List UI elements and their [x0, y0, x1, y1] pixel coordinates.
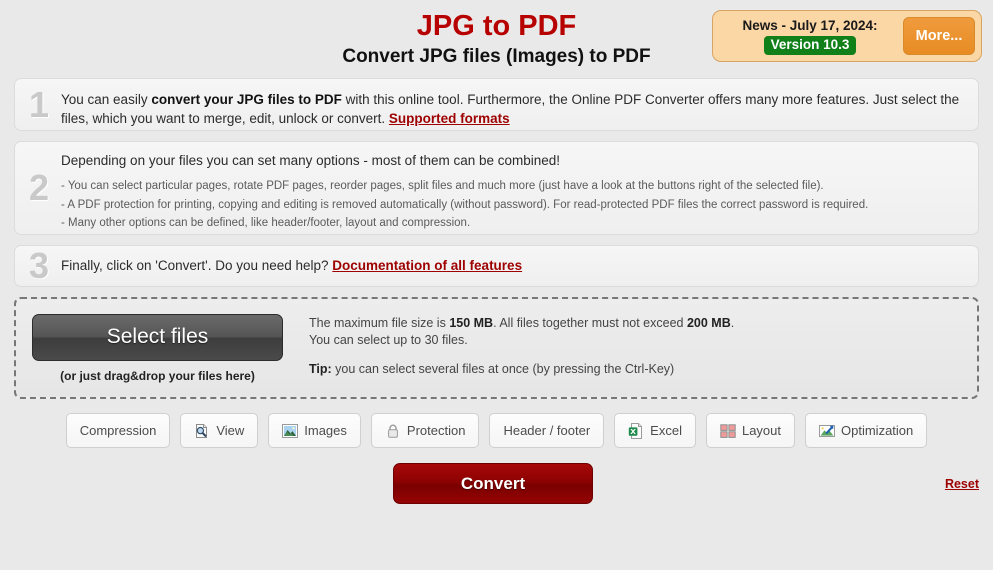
limit-line-2: You can select up to 30 files.: [309, 332, 468, 347]
step-panel-3: 3 Finally, click on 'Convert'. Do you ne…: [14, 245, 979, 287]
action-row: Convert Reset: [0, 463, 993, 504]
option-label: Protection: [406, 423, 466, 438]
step-3-text-lead: Finally, click on 'Convert'. Do you need…: [61, 258, 333, 273]
step-1-text: You can easily convert your JPG files to…: [61, 88, 966, 128]
step-number-1: 1: [29, 83, 50, 125]
news-text: News - July 17, 2024: Version 10.3: [713, 17, 903, 55]
step-3-text: Finally, click on 'Convert'. Do you need…: [61, 256, 522, 275]
reset-link[interactable]: Reset: [945, 477, 979, 491]
step-number-2: 2: [29, 167, 50, 208]
step-panel-1: 1 You can easily convert your JPG files …: [14, 78, 979, 131]
file-dropzone[interactable]: Select files (or just drag&drop your fil…: [14, 297, 979, 399]
option-label: Compression: [79, 423, 157, 438]
limit-total-size: 200 MB: [686, 315, 731, 330]
file-limits-text: The maximum file size is 150 MB. All fil…: [299, 315, 977, 382]
option-label: Layout: [741, 423, 782, 438]
select-files-button[interactable]: Select files: [32, 313, 283, 361]
step-1-text-bold: convert your JPG files to PDF: [151, 92, 342, 107]
option-label: Optimization: [841, 423, 914, 438]
option-view-button[interactable]: View: [180, 413, 259, 448]
option-compression-button[interactable]: Compression: [65, 413, 171, 448]
padlock-icon: [385, 423, 401, 439]
document-magnifier-icon: [194, 423, 210, 439]
grid-squares-icon: [720, 423, 736, 439]
tip-label: Tip:: [309, 361, 332, 376]
photo-icon: [282, 423, 299, 439]
option-protection-button[interactable]: Protection: [370, 413, 480, 448]
drag-drop-hint: (or just drag&drop your files here): [60, 368, 255, 383]
convert-button[interactable]: Convert: [393, 463, 593, 504]
page-header: JPG to PDF Convert JPG files (Images) to…: [0, 0, 993, 78]
version-badge: Version 10.3: [763, 36, 857, 55]
option-header-footer-button[interactable]: Header / footer: [489, 413, 605, 448]
option-label: View: [216, 423, 245, 438]
select-files-column: Select files (or just drag&drop your fil…: [16, 313, 299, 383]
tip-line: Tip: you can select several files at onc…: [309, 361, 977, 378]
step-2-text: Depending on your files you can set many…: [61, 153, 561, 168]
limit-max-size: 150 MB: [449, 315, 494, 330]
limit-post: .: [730, 315, 735, 330]
step-number-3: 3: [29, 245, 50, 286]
option-label: Excel: [650, 423, 682, 438]
news-headline: News - July 17, 2024:: [742, 18, 878, 33]
step-2-bullet-3: - Many other options can be defined, lik…: [61, 217, 471, 229]
chart-arrow-icon: [819, 423, 836, 439]
option-label: Header / footer: [503, 423, 591, 438]
step-2-bullet-2: - A PDF protection for printing, copying…: [61, 198, 869, 211]
limit-mid: . All files together must not exceed: [493, 315, 687, 330]
svg-text:X: X: [630, 427, 636, 436]
supported-formats-link[interactable]: Supported formats: [389, 111, 510, 126]
options-toolbar: Compression View Images Protection Heade…: [0, 413, 993, 448]
news-banner: News - July 17, 2024: Version 10.3 More.…: [712, 10, 982, 62]
option-optimization-button[interactable]: Optimization: [805, 413, 928, 448]
documentation-link[interactable]: Documentation of all features: [332, 258, 522, 273]
option-excel-button[interactable]: X Excel: [614, 413, 696, 448]
option-images-button[interactable]: Images: [268, 413, 361, 448]
limit-pre: The maximum file size is: [309, 315, 450, 330]
step-panel-2: 2 Depending on your files you can set ma…: [14, 141, 979, 235]
step-2-bullet-1: - You can select particular pages, rotat…: [61, 180, 824, 192]
option-layout-button[interactable]: Layout: [705, 413, 796, 448]
limit-line-1: The maximum file size is 150 MB. All fil…: [309, 315, 977, 332]
step-1-text-pre: You can easily: [61, 92, 152, 107]
excel-document-icon: X: [628, 422, 644, 439]
tip-text: you can select several files at once (by…: [331, 361, 675, 376]
more-button[interactable]: More...: [903, 17, 975, 55]
option-label: Images: [304, 423, 347, 438]
step-2-bullets: - You can select particular pages, rotat…: [61, 177, 966, 233]
